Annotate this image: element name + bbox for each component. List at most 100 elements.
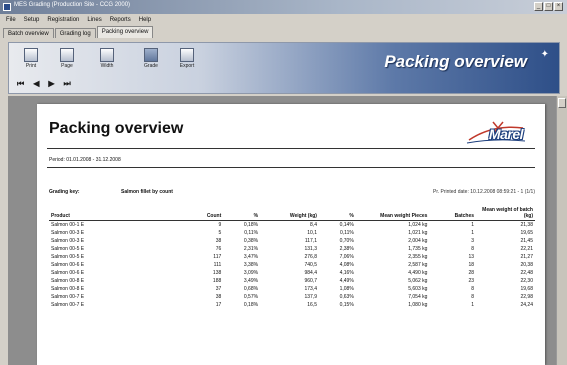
- table-cell: Salmon 00-3 E: [51, 237, 85, 244]
- table-row: Salmon 00-7 E 17 0,18% 16,5 0,15% 1,080 kg 1 24…: [49, 301, 535, 309]
- export-icon: [180, 48, 194, 62]
- table-cell: 1: [471, 229, 475, 236]
- table-cell: 960,7: [304, 277, 317, 284]
- table-cell: 8: [471, 293, 475, 300]
- print-button[interactable]: Print: [19, 48, 43, 69]
- table-cell: 111: [213, 261, 222, 268]
- page-button[interactable]: Page: [55, 48, 79, 69]
- table-cell: 1,021 kg: [408, 229, 428, 236]
- table-cell: 21,38: [520, 221, 533, 228]
- table-row: Salmon 00-6 E 138 3,09% 984,4 4,16% 4,490 kg 2…: [49, 269, 535, 277]
- export-label: Export: [179, 63, 195, 69]
- export-button[interactable]: Export: [175, 48, 199, 69]
- minimize-button[interactable]: _: [534, 2, 543, 11]
- table-cell: 16,5: [307, 301, 317, 308]
- maximize-button[interactable]: □: [544, 2, 553, 11]
- close-button[interactable]: ×: [554, 2, 563, 11]
- menu-help[interactable]: Help: [139, 17, 151, 23]
- table-cell: 2,004 kg: [408, 237, 428, 244]
- table-row: Salmon 00-7 E 38 0,57% 137,9 0,63% 7,054 kg 8 2…: [49, 293, 535, 301]
- printer-icon: [24, 48, 38, 62]
- grade-button[interactable]: Grade: [139, 48, 163, 69]
- menu-registration[interactable]: Registration: [47, 17, 79, 23]
- grading-key-label: Grading key:: [49, 189, 80, 195]
- table-cell: 10,1: [307, 229, 317, 236]
- table-cell: Salmon 00-8 E: [51, 277, 85, 284]
- next-page-icon[interactable]: ▶: [48, 80, 54, 88]
- table-cell: 19,68: [520, 285, 533, 292]
- tab-packing-overview[interactable]: Packing overview: [96, 26, 154, 38]
- table-cell: Salmon 00-7 E: [51, 293, 85, 300]
- table-cell: 21,27: [520, 253, 533, 260]
- table-cell: 1,735 kg: [408, 245, 428, 252]
- menu-setup[interactable]: Setup: [24, 17, 40, 23]
- vertical-scrollbar[interactable]: [556, 96, 567, 365]
- table-cell: 38: [215, 237, 222, 244]
- menu-lines[interactable]: Lines: [87, 17, 101, 23]
- table-cell: 22,48: [520, 269, 533, 276]
- table-cell: 8: [471, 245, 475, 252]
- report-toolbar: Print Page Width Grade Export ⏮ ◀ ▶ ⏭ Pa…: [8, 42, 560, 94]
- table-row: Salmon 00-3 E 5 0,11% 10,1 0,11% 1,021 kg 1 19,…: [49, 229, 535, 237]
- col-weight-percent: %: [318, 204, 356, 221]
- table-cell: 19,65: [520, 229, 533, 236]
- col-batches: Batches: [429, 204, 477, 221]
- table-cell: 0,57%: [243, 293, 259, 300]
- table-cell: 0,11%: [339, 229, 354, 236]
- banner-title: Packing overview: [384, 52, 527, 71]
- menu-bar: File Setup Registration Lines Reports He…: [0, 14, 567, 25]
- scrollbar-thumb[interactable]: [558, 98, 566, 108]
- table-cell: 7,054 kg: [408, 293, 428, 300]
- table-cell: Salmon 00-5 E: [51, 245, 85, 252]
- table-cell: Salmon 00-1 E: [51, 221, 85, 228]
- col-count: Count: [169, 204, 224, 221]
- table-row: Salmon 00-5 E 117 3,47% 276,8 7,06% 2,355 kg 1…: [49, 253, 535, 261]
- table-cell: 0,68%: [243, 285, 259, 292]
- table-cell: 4,16%: [339, 269, 354, 276]
- col-mean-weight-batch: Mean weight of batch (kg): [476, 204, 535, 221]
- tab-grading-log[interactable]: Grading log: [54, 28, 96, 38]
- table-cell: 0,11%: [244, 229, 259, 236]
- table-cell: 0,18%: [243, 221, 259, 228]
- table-cell: Salmon 00-6 E: [51, 261, 85, 268]
- tab-row: Batch overview Grading log Packing overv…: [0, 25, 567, 38]
- table-header-row: Product Count % Weight (kg) % Mean weigh…: [49, 204, 535, 221]
- tab-batch-overview[interactable]: Batch overview: [3, 28, 54, 38]
- width-button[interactable]: Width: [95, 48, 119, 69]
- table-cell: Salmon 00-5 E: [51, 253, 85, 260]
- table-cell: 4,490 kg: [408, 269, 428, 276]
- table-row: Salmon 00-3 E 38 0,38% 117,1 0,70% 2,004 kg 3 2…: [49, 237, 535, 245]
- table-cell: 13: [468, 253, 475, 260]
- grade-label: Grade: [144, 63, 158, 69]
- page-setup-icon: [60, 48, 74, 62]
- page-width-icon: [100, 48, 114, 62]
- table-cell: 17: [215, 301, 222, 308]
- period-divider: [47, 167, 535, 168]
- table-cell: 3: [471, 237, 475, 244]
- table-cell: 24,24: [520, 301, 533, 308]
- page-navigation: ⏮ ◀ ▶ ⏭: [17, 80, 71, 88]
- menu-file[interactable]: File: [6, 17, 16, 23]
- menu-reports[interactable]: Reports: [110, 17, 131, 23]
- table-cell: Salmon 00-8 E: [51, 285, 85, 292]
- col-product: Product: [49, 204, 170, 221]
- window-title: MES Grading (Production Site - CCG 2000): [14, 2, 131, 8]
- table-cell: 5: [218, 229, 222, 236]
- previous-page-icon[interactable]: ◀: [33, 80, 39, 88]
- table-cell: 3,38%: [243, 261, 259, 268]
- packing-table: Product Count % Weight (kg) % Mean weigh…: [49, 204, 535, 309]
- print-label: Print: [25, 63, 37, 69]
- table-cell: 7,06%: [339, 253, 354, 260]
- last-page-icon[interactable]: ⏭: [64, 80, 71, 88]
- table-cell: 0,70%: [339, 237, 354, 244]
- first-page-icon[interactable]: ⏮: [17, 80, 24, 88]
- table-cell: 3,47%: [243, 253, 259, 260]
- table-cell: 37: [215, 285, 222, 292]
- table-cell: 22,21: [520, 245, 533, 252]
- table-cell: 38: [215, 293, 222, 300]
- window-controls: _ □ ×: [534, 2, 563, 11]
- logo-text: Marel: [488, 126, 524, 142]
- table-cell: 8: [471, 285, 475, 292]
- table-cell: 137,9: [304, 293, 317, 300]
- table-cell: 2,355 kg: [408, 253, 428, 260]
